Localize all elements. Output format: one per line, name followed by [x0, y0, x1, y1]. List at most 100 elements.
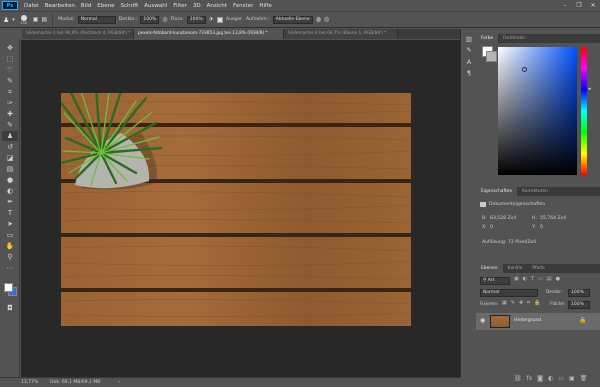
opacity-input[interactable]: 100% [568, 289, 590, 297]
lock-transparency-icon[interactable]: ▦ [502, 300, 507, 306]
maximize-button[interactable]: ❐ [572, 0, 586, 11]
tab-farbe[interactable]: Farbe [476, 34, 499, 43]
type-filter-icon[interactable]: T [531, 276, 534, 282]
lock-position-icon[interactable]: ✥ [519, 300, 523, 306]
path-select-tool-icon[interactable]: ➤ [2, 219, 18, 229]
tab-eigenschaften[interactable]: Eigenschaften [476, 187, 518, 196]
lock-pixels-icon[interactable]: ✎ [511, 300, 515, 306]
tab-pfade[interactable]: Pfade [527, 264, 549, 273]
layer-thumbnail[interactable] [490, 315, 510, 328]
dodge-tool-icon[interactable]: ◐ [2, 186, 18, 196]
marquee-tool-icon[interactable]: ⬚ [2, 54, 18, 64]
b-value[interactable]: 83,528 Zoll [490, 216, 516, 221]
menu-hilfe[interactable]: Hilfe [256, 3, 275, 9]
pressure-opacity-icon[interactable]: ◎ [162, 15, 167, 25]
zoom-level[interactable]: 13,77% [21, 380, 38, 385]
lasso-tool-icon[interactable]: ➰ [2, 65, 18, 75]
close-button[interactable]: ✕ [586, 0, 600, 11]
clone-source-icon[interactable]: ▤ [41, 15, 47, 25]
menu-filter[interactable]: Filter [170, 3, 190, 9]
menu-datei[interactable]: Datei [21, 3, 42, 9]
group-icon[interactable]: ▭ [558, 375, 564, 382]
brush-settings-icon[interactable]: ▣ [33, 15, 39, 25]
history-brush-tool-icon[interactable]: ↺ [2, 142, 18, 152]
paragraph-panel-icon[interactable]: ¶ [464, 69, 474, 78]
zoom-tool-icon[interactable]: ⚲ [2, 252, 18, 262]
y-value[interactable]: 0 [540, 225, 543, 230]
hand-tool-icon[interactable]: ✋ [2, 241, 18, 251]
shape-tool-icon[interactable]: ▭ [2, 230, 18, 240]
tab-slidemaster-2[interactable]: Slidemaster-2 bei 66,7% (Ebene 1, RGB/8#… [284, 29, 398, 39]
background-swatch[interactable] [486, 51, 497, 62]
chevron-down-icon[interactable]: ▾ [12, 15, 15, 25]
layer-mask-icon[interactable]: ◙ [537, 375, 543, 382]
menu-fenster[interactable]: Fenster [230, 3, 256, 9]
gradient-tool-icon[interactable]: ▤ [2, 164, 18, 174]
layer-filter-select[interactable]: ⚲ Art [480, 277, 510, 285]
brush-tool-icon[interactable]: ✎ [2, 120, 18, 130]
tab-farbfelder[interactable]: Farbfelder [498, 34, 530, 43]
image-filter-icon[interactable]: ▣ [514, 276, 519, 282]
x-value[interactable]: 0 [490, 225, 493, 230]
tab-kanaele[interactable]: Kanäle [503, 264, 528, 273]
hue-slider-handle[interactable]: ◂ [588, 86, 591, 92]
lock-all-icon[interactable]: 🔒 [534, 300, 540, 306]
filter-toggle-icon[interactable]: ● [556, 276, 560, 282]
eyedropper-tool-icon[interactable]: ✑ [2, 98, 18, 108]
menu-bild[interactable]: Bild [78, 3, 94, 9]
new-layer-icon[interactable]: ▣ [569, 375, 575, 382]
pen-tool-icon[interactable]: ✒ [2, 197, 18, 207]
trash-icon[interactable]: 🗑 [580, 375, 588, 382]
tab-pexels-image[interactable]: pexels-fotobord-kunstenom-733853.jpg bei… [134, 29, 284, 39]
eye-icon[interactable]: ◉ [480, 317, 485, 324]
shape-filter-icon[interactable]: ▭ [538, 276, 543, 282]
stamp-tool-icon[interactable]: ♟ [2, 131, 18, 141]
ausgerichtet-checkbox[interactable] [216, 16, 223, 23]
brush-preset-picker[interactable]: 250 [18, 14, 30, 25]
pressure-size-icon[interactable]: ◎ [324, 15, 329, 25]
move-tool-icon[interactable]: ✥ [2, 43, 18, 53]
tab-ebenen[interactable]: Ebenen [476, 264, 503, 273]
menu-bearbeiten[interactable]: Bearbeiten [42, 3, 78, 9]
minimize-button[interactable]: – [558, 0, 572, 11]
document-image[interactable] [61, 93, 411, 326]
menu-schrift[interactable]: Schrift [117, 3, 141, 9]
adjustment-filter-icon[interactable]: ◐ [523, 276, 527, 282]
menu-ebene[interactable]: Ebene [94, 3, 117, 9]
history-icon[interactable]: ▥ [464, 35, 474, 44]
blend-mode-select[interactable]: Normal [480, 289, 538, 297]
fluss-input[interactable]: 100% [186, 15, 206, 24]
crop-tool-icon[interactable]: ⌗ [2, 87, 18, 97]
color-field[interactable] [498, 47, 577, 175]
aufnehmen-select[interactable]: Aktuelle Ebene [272, 15, 313, 24]
character-panel-icon[interactable]: A [464, 58, 474, 67]
chevron-right-icon[interactable]: › [118, 380, 120, 385]
quick-mask-icon[interactable]: ◘ [2, 303, 18, 313]
menu-3d[interactable]: 3D [190, 3, 204, 9]
fill-input[interactable]: 100% [568, 301, 590, 309]
layer-row[interactable]: ◉ Hintergrund 🔒 [476, 313, 600, 330]
menu-auswahl[interactable]: Auswahl [141, 3, 170, 9]
smart-object-filter-icon[interactable]: ▤ [547, 276, 552, 282]
h-value[interactable]: 55,764 Zoll [540, 216, 566, 221]
layer-style-icon[interactable]: fx [527, 375, 533, 382]
airbrush-icon[interactable]: ✈ [209, 15, 214, 25]
adjustment-layer-icon[interactable]: ◐ [548, 375, 553, 382]
eraser-tool-icon[interactable]: ◪ [2, 153, 18, 163]
blur-tool-icon[interactable]: ● [2, 175, 18, 185]
lock-artboard-icon[interactable]: ⌗ [527, 300, 530, 306]
type-tool-icon[interactable]: T [2, 208, 18, 218]
tab-slidemaster-1[interactable]: Slidemaster-1 bei 90,9% (Rechteck 4, RGB… [22, 29, 134, 39]
foreground-color-swatch[interactable] [4, 283, 13, 292]
healing-tool-icon[interactable]: ✚ [2, 109, 18, 119]
more-tools-icon[interactable]: ⋯ [2, 263, 18, 273]
color-picker-cursor[interactable] [522, 67, 527, 72]
ignore-adjustment-icon[interactable]: ◍ [316, 15, 321, 25]
menu-ansicht[interactable]: Ansicht [204, 3, 230, 9]
hue-slider[interactable] [581, 47, 587, 175]
layer-name[interactable]: Hintergrund [514, 318, 541, 323]
brush-panel-icon[interactable]: ✎ [464, 46, 474, 55]
quick-select-tool-icon[interactable]: ✎ [2, 76, 18, 86]
tab-korrekturen[interactable]: Korrekturen [517, 187, 553, 196]
stamp-tool-icon[interactable]: ♟ [3, 15, 9, 25]
